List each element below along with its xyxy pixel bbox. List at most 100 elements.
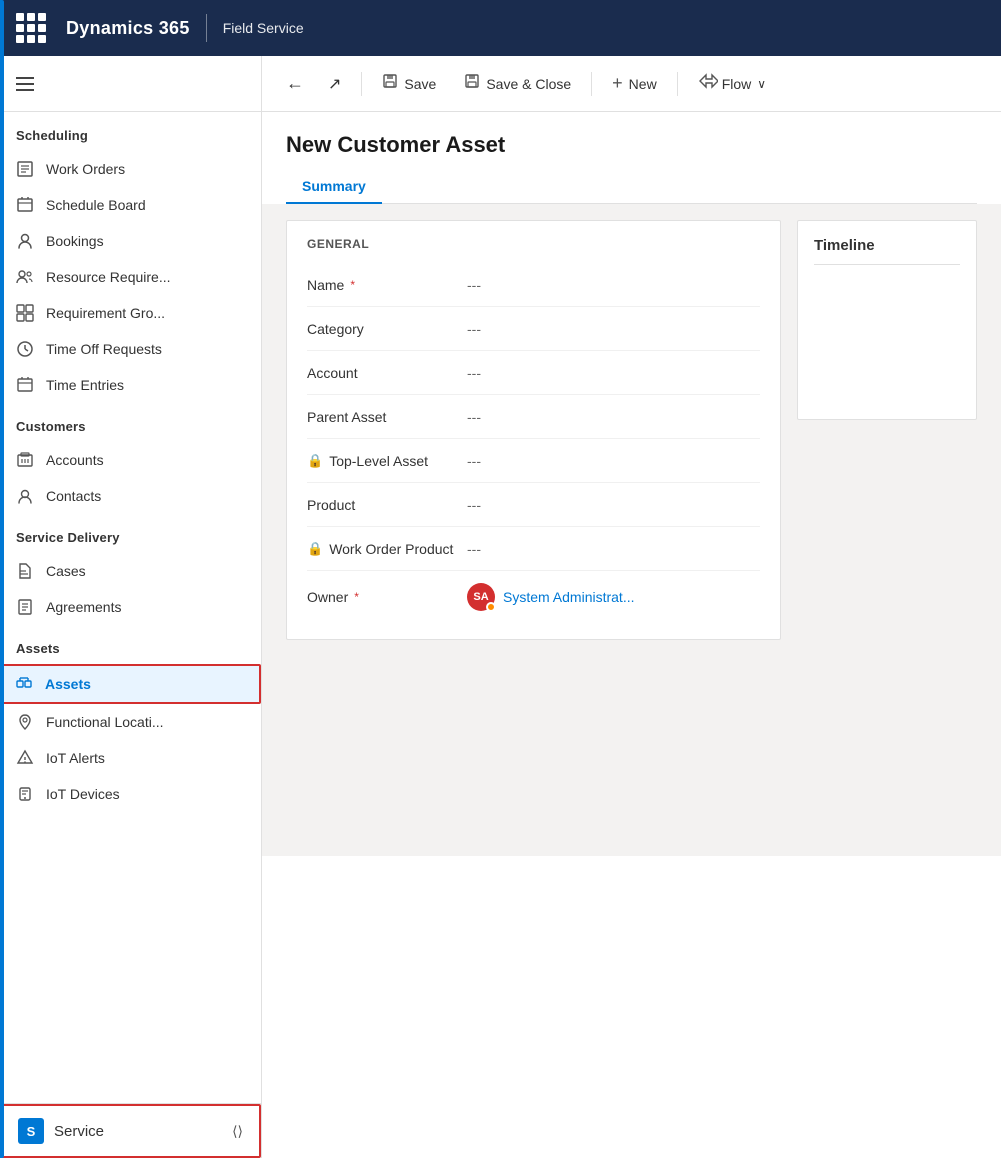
schedule-board-label: Schedule Board xyxy=(46,197,146,213)
time-off-requests-label: Time Off Requests xyxy=(46,341,162,357)
back-button[interactable]: ← xyxy=(278,69,312,98)
work-order-product-label-text: Work Order Product xyxy=(329,541,453,557)
save-close-button[interactable]: Save & Close xyxy=(452,67,583,100)
timeline-panel: Timeline xyxy=(797,220,977,420)
sidebar-item-bookings[interactable]: Bookings xyxy=(0,223,261,259)
sidebar: Scheduling Work Orders Schedule Board Bo… xyxy=(0,56,262,1158)
top-level-lock-icon: 🔒 xyxy=(307,453,323,469)
save-label: Save xyxy=(404,76,436,92)
account-label-text: Account xyxy=(307,365,358,381)
field-label-top-level-asset: 🔒 Top-Level Asset xyxy=(307,453,467,469)
top-bar: Dynamics 365 Field Service xyxy=(0,0,1001,56)
form-row-parent-asset: Parent Asset --- xyxy=(307,395,760,439)
open-new-icon: ↗ xyxy=(328,74,341,94)
form-row-category: Category --- xyxy=(307,307,760,351)
new-plus-icon: + xyxy=(612,73,623,94)
sidebar-item-requirement-gro[interactable]: Requirement Gro... xyxy=(0,295,261,331)
field-value-name[interactable]: --- xyxy=(467,277,760,293)
timeline-title: Timeline xyxy=(814,237,960,265)
hamburger-menu-icon[interactable] xyxy=(16,77,34,91)
sidebar-item-time-entries[interactable]: Time Entries xyxy=(0,367,261,403)
module-title: Field Service xyxy=(223,20,304,36)
assets-icon xyxy=(15,675,33,693)
service-icon: S xyxy=(18,1118,44,1144)
field-value-owner[interactable]: SA System Administrat... xyxy=(467,583,760,611)
sidebar-item-resource-require[interactable]: Resource Require... xyxy=(0,259,261,295)
field-value-work-order-product: --- xyxy=(467,541,760,557)
owner-label-text: Owner xyxy=(307,589,348,605)
form-general-section: GENERAL Name * --- xyxy=(286,220,781,640)
sidebar-item-iot-devices[interactable]: IoT Devices xyxy=(0,776,261,812)
page-area: New Customer Asset Summary GENERAL xyxy=(262,112,1001,1158)
save-close-icon xyxy=(464,73,480,94)
sidebar-header xyxy=(0,56,261,112)
sidebar-content: Scheduling Work Orders Schedule Board Bo… xyxy=(0,112,261,1103)
accounts-label: Accounts xyxy=(46,452,104,468)
parent-asset-label-text: Parent Asset xyxy=(307,409,386,425)
flow-dropdown-icon[interactable]: ∨ xyxy=(757,77,766,91)
work-order-product-lock-icon: 🔒 xyxy=(307,541,323,557)
sidebar-item-time-off-requests[interactable]: Time Off Requests xyxy=(0,331,261,367)
sidebar-bottom: S Service ⟨⟩ xyxy=(0,1103,261,1158)
sidebar-item-schedule-board[interactable]: Schedule Board xyxy=(0,187,261,223)
field-label-category: Category xyxy=(307,321,467,337)
agreements-label: Agreements xyxy=(46,599,121,615)
form-row-top-level-asset: 🔒 Top-Level Asset --- xyxy=(307,439,760,483)
flow-icon xyxy=(698,73,718,94)
field-value-parent-asset[interactable]: --- xyxy=(467,409,760,425)
form-main: GENERAL Name * --- xyxy=(286,220,781,640)
tab-summary[interactable]: Summary xyxy=(286,170,382,204)
section-scheduling-label: Scheduling xyxy=(0,112,261,151)
requirement-gro-label: Requirement Gro... xyxy=(46,305,165,321)
section-service-delivery-label: Service Delivery xyxy=(0,514,261,553)
section-customers-label: Customers xyxy=(0,403,261,442)
flow-label: Flow xyxy=(722,76,752,92)
app-launcher-icon[interactable] xyxy=(16,13,46,43)
page-tabs: Summary xyxy=(286,170,977,204)
sidebar-item-agreements[interactable]: Agreements xyxy=(0,589,261,625)
time-entries-icon xyxy=(16,376,34,394)
sidebar-item-cases[interactable]: Cases xyxy=(0,553,261,589)
form-row-work-order-product: 🔒 Work Order Product --- xyxy=(307,527,760,571)
open-in-new-button[interactable]: ↗ xyxy=(316,68,353,100)
field-label-owner: Owner * xyxy=(307,589,467,605)
owner-initials: SA xyxy=(473,591,488,603)
accounts-icon xyxy=(16,451,34,469)
section-assets-label: Assets xyxy=(0,625,261,664)
save-close-label: Save & Close xyxy=(486,76,571,92)
contacts-icon xyxy=(16,487,34,505)
owner-required-star: * xyxy=(354,590,359,604)
work-orders-label: Work Orders xyxy=(46,161,125,177)
form-row-name: Name * --- xyxy=(307,263,760,307)
field-label-account: Account xyxy=(307,365,467,381)
service-nav-item[interactable]: S Service ⟨⟩ xyxy=(0,1104,261,1158)
field-value-account[interactable]: --- xyxy=(467,365,760,381)
sidebar-item-assets[interactable]: Assets xyxy=(0,664,261,704)
field-label-parent-asset: Parent Asset xyxy=(307,409,467,425)
sidebar-item-iot-alerts[interactable]: IoT Alerts xyxy=(0,740,261,776)
sidebar-item-work-orders[interactable]: Work Orders xyxy=(0,151,261,187)
back-arrow-icon: ← xyxy=(286,73,304,94)
form-row-product: Product --- xyxy=(307,483,760,527)
field-value-category[interactable]: --- xyxy=(467,321,760,337)
time-off-requests-icon xyxy=(16,340,34,358)
page-footer-space xyxy=(262,656,1001,856)
sidebar-item-functional-locati[interactable]: Functional Locati... xyxy=(0,704,261,740)
sidebar-item-accounts[interactable]: Accounts xyxy=(0,442,261,478)
new-label: New xyxy=(629,76,657,92)
iot-devices-label: IoT Devices xyxy=(46,786,120,802)
page-inner: New Customer Asset Summary GENERAL xyxy=(262,112,1001,1158)
top-level-asset-label-text: Top-Level Asset xyxy=(329,453,428,469)
form-layout: GENERAL Name * --- xyxy=(262,204,1001,656)
toolbar-divider-3 xyxy=(677,72,678,96)
flow-button[interactable]: Flow ∨ xyxy=(686,67,778,100)
work-orders-icon xyxy=(16,160,34,178)
name-label-text: Name xyxy=(307,277,344,293)
field-value-product[interactable]: --- xyxy=(467,497,760,513)
new-button[interactable]: + New xyxy=(600,67,669,100)
save-button[interactable]: Save xyxy=(370,67,448,100)
iot-alerts-icon xyxy=(16,749,34,767)
sidebar-item-contacts[interactable]: Contacts xyxy=(0,478,261,514)
toolbar-divider-2 xyxy=(591,72,592,96)
app-title: Dynamics 365 xyxy=(66,18,190,39)
